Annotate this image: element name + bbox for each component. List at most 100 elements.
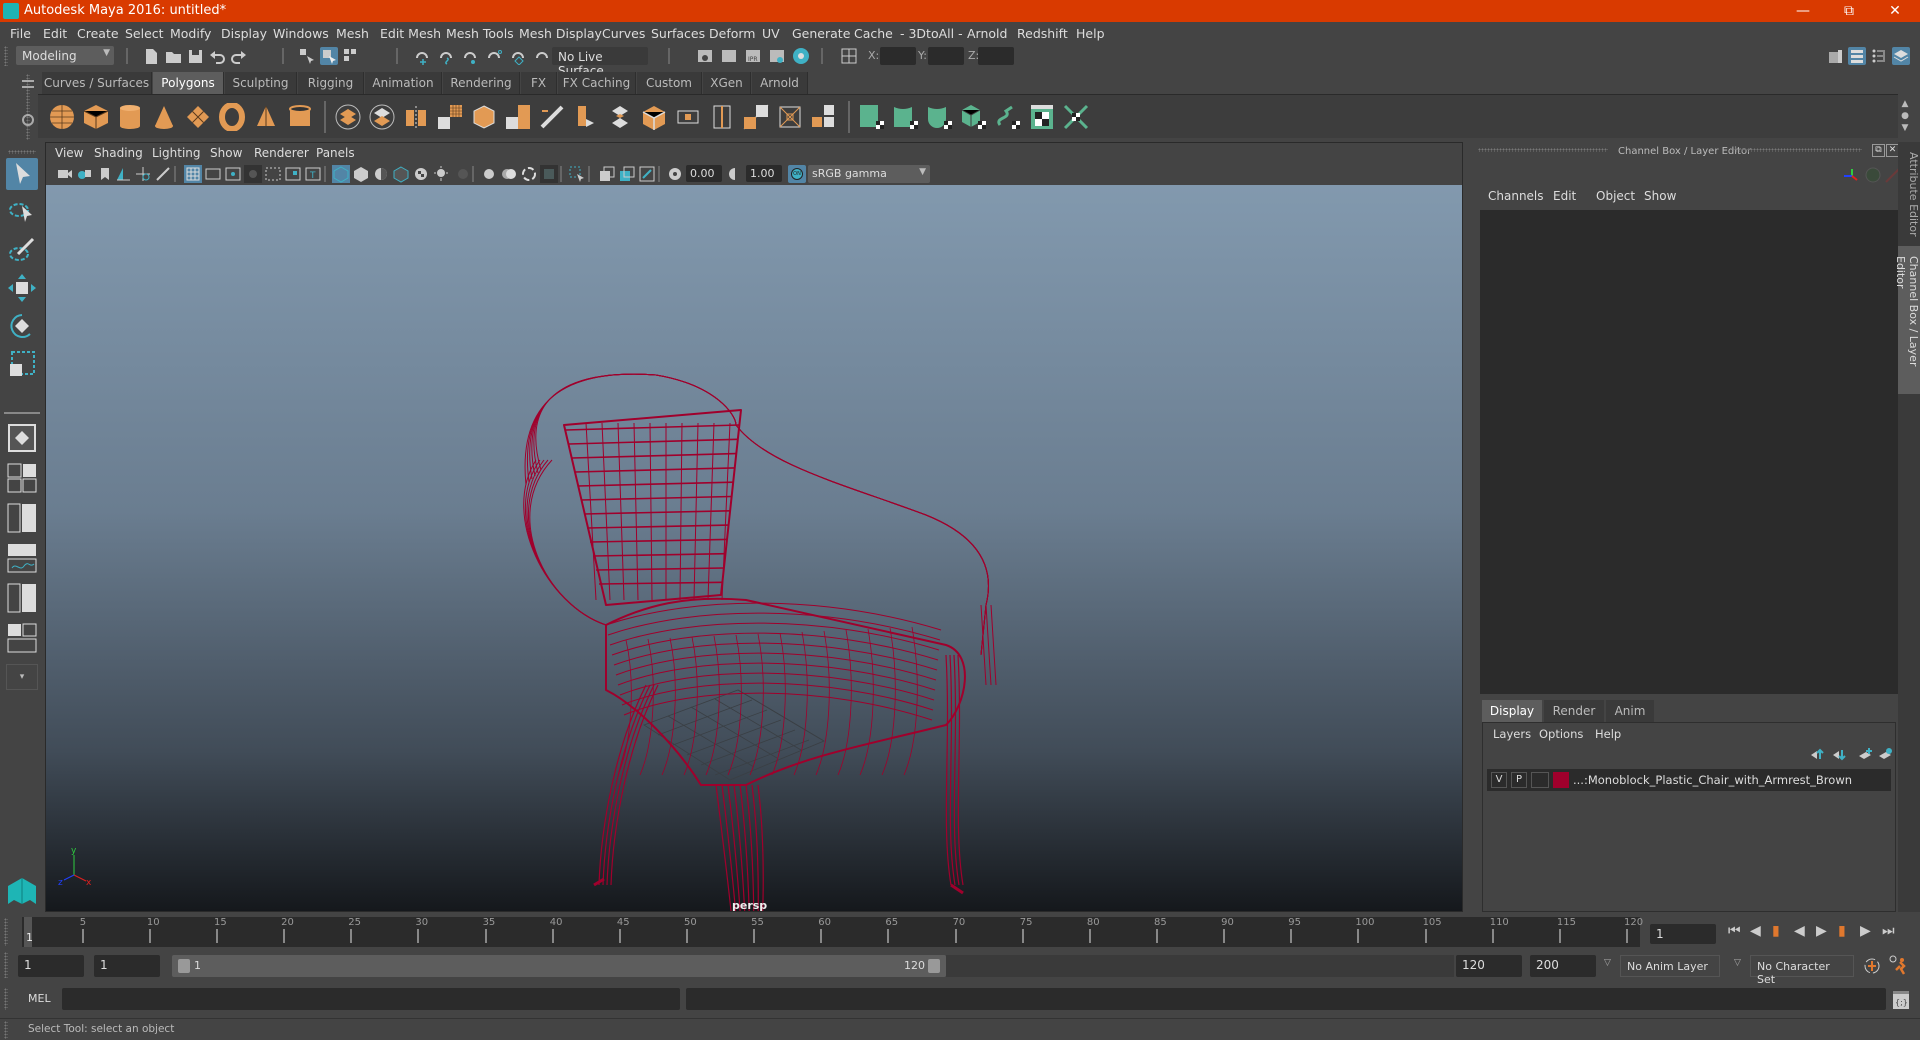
- persp-outliner-graph-layout-icon[interactable]: [6, 622, 38, 654]
- side-tab-channel-box[interactable]: Channel Box / Layer Editor: [1894, 246, 1920, 394]
- render-current-frame-icon[interactable]: [720, 47, 738, 65]
- help-menu[interactable]: Help: [1595, 727, 1621, 741]
- textured-icon[interactable]: [412, 165, 430, 183]
- snap-to-view-plane-icon[interactable]: [486, 47, 504, 65]
- channels-menu[interactable]: Channels: [1488, 189, 1544, 203]
- character-set-dropdown[interactable]: No Character Set: [1750, 955, 1854, 986]
- render-settings-icon[interactable]: [696, 47, 714, 65]
- edit-menu[interactable]: Edit: [1553, 189, 1576, 203]
- timeline-drag-handle[interactable]: [4, 918, 8, 946]
- select-by-component-icon[interactable]: [342, 47, 360, 65]
- separate-icon[interactable]: [368, 103, 396, 131]
- new-layer-from-selected-icon[interactable]: [1877, 747, 1893, 761]
- motion-blur-icon[interactable]: [500, 165, 518, 183]
- poly-cube-icon[interactable]: [82, 103, 110, 131]
- move-tool-icon[interactable]: [6, 272, 38, 304]
- safe-title-icon[interactable]: T: [304, 165, 322, 183]
- undo-icon[interactable]: [208, 47, 226, 65]
- live-surface-field[interactable]: No Live Surface: [552, 47, 648, 78]
- menu-windows[interactable]: Windows: [273, 26, 329, 41]
- menu-help[interactable]: Help: [1076, 26, 1105, 41]
- panel-drag-handle[interactable]: [1478, 148, 1608, 152]
- menu-generate[interactable]: Generate: [792, 26, 850, 41]
- use-all-lights-icon[interactable]: [432, 165, 450, 183]
- y-field[interactable]: [928, 47, 964, 65]
- safe-action-icon[interactable]: [284, 165, 302, 183]
- go-to-end-icon[interactable]: ⏭: [1882, 923, 1895, 939]
- menu-uv[interactable]: UV: [762, 26, 780, 41]
- exposure-field[interactable]: 0.00: [686, 165, 722, 182]
- anim-layer-dropdown[interactable]: No Anim Layer: [1620, 955, 1720, 977]
- step-back-key-icon[interactable]: ▮: [1772, 923, 1780, 939]
- minimize-button[interactable]: —: [1780, 0, 1826, 22]
- select-by-object-icon[interactable]: [320, 47, 338, 65]
- poly-sphere-icon[interactable]: [48, 103, 76, 131]
- range-start-handle[interactable]: [178, 959, 190, 973]
- color-management-toggle[interactable]: ON: [788, 165, 806, 183]
- end-time-field[interactable]: 200: [1530, 955, 1596, 977]
- bookmark-icon[interactable]: [96, 165, 114, 183]
- fill-hole-icon[interactable]: [674, 103, 702, 131]
- slide-edge-icon[interactable]: [776, 103, 804, 131]
- panel-menu-panels[interactable]: Panels: [316, 146, 355, 160]
- poly-torus-icon[interactable]: [218, 103, 246, 131]
- wireframe-on-shaded-icon[interactable]: [392, 165, 410, 183]
- menu-arnold[interactable]: Arnold: [967, 26, 1007, 41]
- gamma-icon[interactable]: [726, 165, 744, 183]
- outliner-persp-layout-icon[interactable]: [6, 502, 38, 534]
- current-frame-field[interactable]: 1: [1650, 924, 1716, 944]
- speed-icon[interactable]: [1864, 166, 1882, 184]
- x-field[interactable]: [880, 47, 916, 65]
- menu-cache[interactable]: Cache: [854, 26, 893, 41]
- attribute-editor-toggle-icon[interactable]: [1848, 47, 1866, 65]
- scale-tool-icon[interactable]: [6, 348, 38, 380]
- grid-toggle-icon[interactable]: [184, 165, 202, 183]
- default-lighting-icon[interactable]: [372, 165, 390, 183]
- panel-menu-lighting[interactable]: Lighting: [152, 146, 201, 160]
- paint-select-tool-icon[interactable]: [6, 234, 38, 266]
- contour-uv-icon[interactable]: [994, 103, 1022, 131]
- menu-select[interactable]: Select: [125, 26, 164, 41]
- image-plane-icon[interactable]: [114, 165, 132, 183]
- gamma-field[interactable]: 1.00: [746, 165, 782, 182]
- single-perspective-layout-icon[interactable]: [6, 422, 38, 454]
- uv-editor-icon[interactable]: [1028, 103, 1056, 131]
- show-menu[interactable]: Show: [1644, 189, 1676, 203]
- step-forward-frame-icon[interactable]: ▶​: [1860, 923, 1871, 939]
- close-button[interactable]: ✕: [1872, 0, 1918, 22]
- 2d-pan-zoom-icon[interactable]: [134, 165, 152, 183]
- panel-menu-show[interactable]: Show: [210, 146, 242, 160]
- menu-mesh-display[interactable]: Mesh Display: [519, 26, 602, 41]
- step-back-frame-icon[interactable]: ◀​: [1750, 923, 1761, 939]
- snap-to-point-icon[interactable]: [462, 47, 480, 65]
- shelf-scroll[interactable]: ▲ ● ▼: [1898, 98, 1912, 138]
- shelf-tab-xgen[interactable]: XGen: [703, 72, 751, 94]
- play-forwards-icon[interactable]: ▶: [1816, 923, 1827, 939]
- layer-playback-toggle[interactable]: P: [1511, 772, 1527, 788]
- poly-cylinder-icon[interactable]: [116, 103, 144, 131]
- four-view-layout-icon[interactable]: [6, 462, 38, 494]
- depth-of-field-icon[interactable]: [540, 165, 558, 183]
- transform-constraint-icon[interactable]: [840, 47, 858, 65]
- extrude-icon[interactable]: [470, 103, 498, 131]
- snap-to-surface-icon[interactable]: [534, 47, 552, 65]
- ipr-render-icon[interactable]: IPR: [744, 47, 762, 65]
- shelf-tab-rigging[interactable]: Rigging: [298, 72, 364, 94]
- layer-visibility-toggle[interactable]: V: [1491, 772, 1507, 788]
- go-to-start-icon[interactable]: ⏮: [1728, 923, 1741, 939]
- shelf-tab-fx-caching[interactable]: FX Caching: [558, 72, 636, 94]
- options-menu[interactable]: Options: [1539, 727, 1583, 741]
- unfold-uv-icon[interactable]: [1062, 103, 1090, 131]
- menu-modify[interactable]: Modify: [170, 26, 211, 41]
- multisample-aa-icon[interactable]: [520, 165, 538, 183]
- panel-menu-view[interactable]: View: [55, 146, 83, 160]
- shelf-settings-icon[interactable]: [22, 114, 34, 126]
- grease-pencil-icon[interactable]: [154, 165, 172, 183]
- new-scene-icon[interactable]: [142, 47, 160, 65]
- render-view-icon[interactable]: [768, 47, 786, 65]
- anim-layer-chevron-icon[interactable]: ▽: [1604, 958, 1611, 968]
- shelf-tab-custom[interactable]: Custom: [637, 72, 702, 94]
- hypershade-persp-layout-icon[interactable]: [6, 582, 38, 614]
- planar-uv-icon[interactable]: [858, 103, 886, 131]
- cylindrical-uv-icon[interactable]: [892, 103, 920, 131]
